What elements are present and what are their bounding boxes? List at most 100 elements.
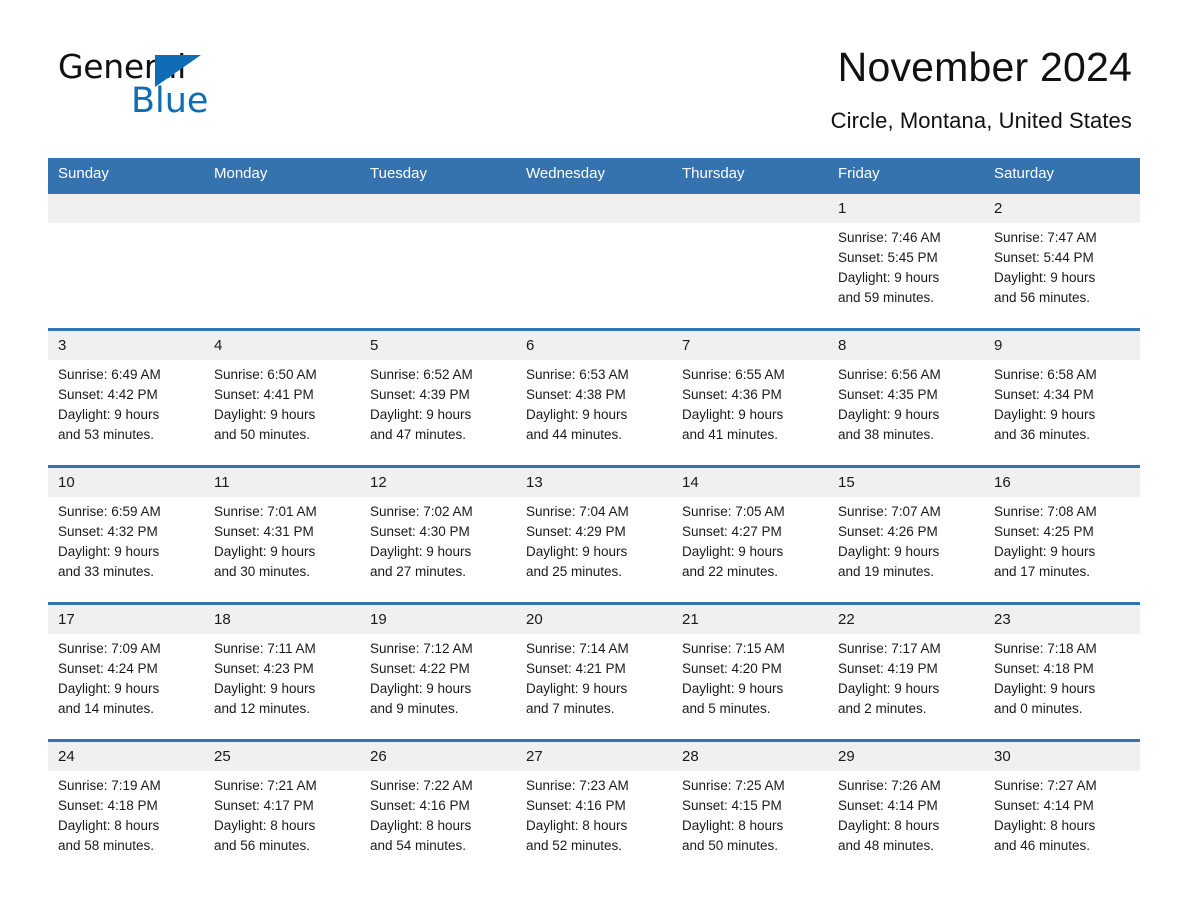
calendar-day-cell[interactable]: 18 Sunrise: 7:11 AM Sunset: 4:23 PM Dayligh… [204, 602, 360, 741]
sunset-text: Sunset: 4:35 PM [838, 387, 938, 402]
weekday-header-row: Sunday Monday Tuesday Wednesday Thursday… [48, 158, 1140, 193]
calendar-day-cell[interactable]: 4 Sunrise: 6:50 AM Sunset: 4:41 PM Daylight… [204, 328, 360, 467]
sunrise-text: Sunrise: 6:59 AM [58, 504, 161, 519]
day-details: Sunrise: 7:19 AM Sunset: 4:18 PM Daylight:… [48, 771, 204, 856]
sunset-text: Sunset: 4:25 PM [994, 524, 1094, 539]
day-number: 7 [672, 331, 828, 360]
day-number [516, 194, 672, 223]
calendar-day-cell[interactable]: 20 Sunrise: 7:14 AM Sunset: 4:21 PM Dayligh… [516, 602, 672, 741]
calendar-day-cell[interactable]: 16 Sunrise: 7:08 AM Sunset: 4:25 PM Dayligh… [984, 465, 1140, 604]
weekday-header-tuesday: Tuesday [360, 158, 516, 193]
day-number: 19 [360, 605, 516, 634]
calendar-day-cell[interactable]: 15 Sunrise: 7:07 AM Sunset: 4:26 PM Dayligh… [828, 465, 984, 604]
calendar-day-cell[interactable]: 25 Sunrise: 7:21 AM Sunset: 4:17 PM Dayligh… [204, 739, 360, 876]
daylight-text-line1: Daylight: 9 hours [526, 544, 628, 559]
weekday-header-sunday: Sunday [48, 158, 204, 193]
calendar-day-cell[interactable]: 5 Sunrise: 6:52 AM Sunset: 4:39 PM Daylight… [360, 328, 516, 467]
daylight-text-line2: and 52 minutes. [526, 838, 623, 853]
sunset-text: Sunset: 4:29 PM [526, 524, 626, 539]
day-details: Sunrise: 7:14 AM Sunset: 4:21 PM Daylight:… [516, 634, 672, 719]
calendar-day-cell[interactable]: 13 Sunrise: 7:04 AM Sunset: 4:29 PM Dayligh… [516, 465, 672, 604]
calendar-day-cell[interactable]: 29 Sunrise: 7:26 AM Sunset: 4:14 PM Dayligh… [828, 739, 984, 876]
calendar-day-cell[interactable]: 23 Sunrise: 7:18 AM Sunset: 4:18 PM Dayligh… [984, 602, 1140, 741]
day-number: 6 [516, 331, 672, 360]
title-block: November 2024 Circle, Montana, United St… [831, 42, 1132, 136]
location-subtitle: Circle, Montana, United States [830, 108, 1132, 133]
calendar-day-cell[interactable]: 22 Sunrise: 7:17 AM Sunset: 4:19 PM Dayligh… [828, 602, 984, 741]
day-details: Sunrise: 7:25 AM Sunset: 4:15 PM Daylight:… [672, 771, 828, 856]
sunrise-text: Sunrise: 7:26 AM [838, 778, 941, 793]
calendar-day-cell[interactable]: 1 Sunrise: 7:46 AM Sunset: 5:45 PM Daylight… [828, 191, 984, 330]
calendar-day-cell[interactable]: 11 Sunrise: 7:01 AM Sunset: 4:31 PM Dayligh… [204, 465, 360, 604]
calendar-day-cell[interactable]: 8 Sunrise: 6:56 AM Sunset: 4:35 PM Daylight… [828, 328, 984, 467]
daylight-text-line2: and 47 minutes. [370, 427, 467, 442]
day-number: 17 [48, 605, 204, 634]
day-details: Sunrise: 6:58 AM Sunset: 4:34 PM Daylight:… [984, 360, 1140, 445]
day-number: 10 [48, 468, 204, 497]
calendar-day-cell[interactable]: 10 Sunrise: 6:59 AM Sunset: 4:32 PM Dayligh… [48, 465, 204, 604]
sunrise-text: Sunrise: 7:09 AM [58, 641, 161, 656]
day-number [204, 194, 360, 223]
sunrise-text: Sunrise: 7:18 AM [994, 641, 1097, 656]
calendar-day-cell[interactable]: 9 Sunrise: 6:58 AM Sunset: 4:34 PM Daylight… [984, 328, 1140, 467]
calendar-day-cell[interactable]: 2 Sunrise: 7:47 AM Sunset: 5:44 PM Daylight… [984, 191, 1140, 330]
daylight-text-line1: Daylight: 8 hours [838, 818, 940, 833]
day-details: Sunrise: 6:55 AM Sunset: 4:36 PM Daylight:… [672, 360, 828, 445]
calendar-week-row: 17 Sunrise: 7:09 AM Sunset: 4:24 PM Dayligh… [48, 602, 1140, 741]
daylight-text-line2: and 30 minutes. [214, 564, 311, 579]
logo-text-blue: Blue [131, 81, 209, 121]
sunset-text: Sunset: 4:14 PM [838, 798, 938, 813]
day-details: Sunrise: 6:53 AM Sunset: 4:38 PM Daylight:… [516, 360, 672, 445]
day-number: 18 [204, 605, 360, 634]
calendar-day-cell[interactable]: 12 Sunrise: 7:02 AM Sunset: 4:30 PM Dayligh… [360, 465, 516, 604]
sunset-text: Sunset: 4:38 PM [526, 387, 626, 402]
daylight-text-line1: Daylight: 8 hours [58, 818, 160, 833]
calendar-day-cell[interactable]: 30 Sunrise: 7:27 AM Sunset: 4:14 PM Dayligh… [984, 739, 1140, 876]
day-number: 2 [984, 194, 1140, 223]
weekday-header-monday: Monday [204, 158, 360, 193]
daylight-text-line2: and 41 minutes. [682, 427, 779, 442]
day-number [672, 194, 828, 223]
calendar-day-cell[interactable]: 26 Sunrise: 7:22 AM Sunset: 4:16 PM Dayligh… [360, 739, 516, 876]
sunrise-text: Sunrise: 7:27 AM [994, 778, 1097, 793]
day-number: 9 [984, 331, 1140, 360]
sunset-text: Sunset: 4:17 PM [214, 798, 314, 813]
daylight-text-line1: Daylight: 9 hours [214, 544, 316, 559]
calendar-day-cell[interactable]: 7 Sunrise: 6:55 AM Sunset: 4:36 PM Daylight… [672, 328, 828, 467]
sunset-text: Sunset: 4:42 PM [58, 387, 158, 402]
calendar-day-cell[interactable]: 19 Sunrise: 7:12 AM Sunset: 4:22 PM Dayligh… [360, 602, 516, 741]
calendar-day-cell[interactable]: 24 Sunrise: 7:19 AM Sunset: 4:18 PM Dayligh… [48, 739, 204, 876]
sunrise-text: Sunrise: 7:05 AM [682, 504, 785, 519]
calendar-day-cell[interactable]: 6 Sunrise: 6:53 AM Sunset: 4:38 PM Daylight… [516, 328, 672, 467]
generalblue-logo[interactable]: General Blue [58, 48, 258, 122]
page-header: General Blue November 2024 Circle, Monta… [48, 0, 1140, 158]
sunset-text: Sunset: 5:45 PM [838, 250, 938, 265]
calendar-day-cell[interactable]: 28 Sunrise: 7:25 AM Sunset: 4:15 PM Dayligh… [672, 739, 828, 876]
daylight-text-line1: Daylight: 9 hours [838, 681, 940, 696]
calendar-day-cell[interactable]: 3 Sunrise: 6:49 AM Sunset: 4:42 PM Daylight… [48, 328, 204, 467]
daylight-text-line1: Daylight: 8 hours [370, 818, 472, 833]
daylight-text-line1: Daylight: 9 hours [214, 407, 316, 422]
daylight-text-line1: Daylight: 9 hours [370, 544, 472, 559]
daylight-text-line1: Daylight: 9 hours [214, 681, 316, 696]
sunrise-text: Sunrise: 7:04 AM [526, 504, 629, 519]
calendar-day-cell[interactable]: 17 Sunrise: 7:09 AM Sunset: 4:24 PM Dayligh… [48, 602, 204, 741]
daylight-text-line2: and 56 minutes. [214, 838, 311, 853]
day-details: Sunrise: 7:11 AM Sunset: 4:23 PM Daylight:… [204, 634, 360, 719]
daylight-text-line1: Daylight: 9 hours [58, 544, 160, 559]
daylight-text-line1: Daylight: 9 hours [838, 407, 940, 422]
calendar-week-row: 10 Sunrise: 6:59 AM Sunset: 4:32 PM Dayligh… [48, 465, 1140, 604]
day-number: 16 [984, 468, 1140, 497]
daylight-text-line2: and 44 minutes. [526, 427, 623, 442]
day-details: Sunrise: 7:18 AM Sunset: 4:18 PM Daylight:… [984, 634, 1140, 719]
calendar-day-cell[interactable]: 27 Sunrise: 7:23 AM Sunset: 4:16 PM Dayligh… [516, 739, 672, 876]
calendar-page: General Blue November 2024 Circle, Monta… [0, 0, 1188, 918]
day-number: 21 [672, 605, 828, 634]
day-number: 23 [984, 605, 1140, 634]
sunset-text: Sunset: 4:41 PM [214, 387, 314, 402]
daylight-text-line1: Daylight: 8 hours [994, 818, 1096, 833]
calendar-day-cell[interactable]: 14 Sunrise: 7:05 AM Sunset: 4:27 PM Dayligh… [672, 465, 828, 604]
calendar-day-cell[interactable]: 21 Sunrise: 7:15 AM Sunset: 4:20 PM Dayligh… [672, 602, 828, 741]
sunset-text: Sunset: 4:18 PM [58, 798, 158, 813]
day-details: Sunrise: 7:27 AM Sunset: 4:14 PM Daylight:… [984, 771, 1140, 856]
